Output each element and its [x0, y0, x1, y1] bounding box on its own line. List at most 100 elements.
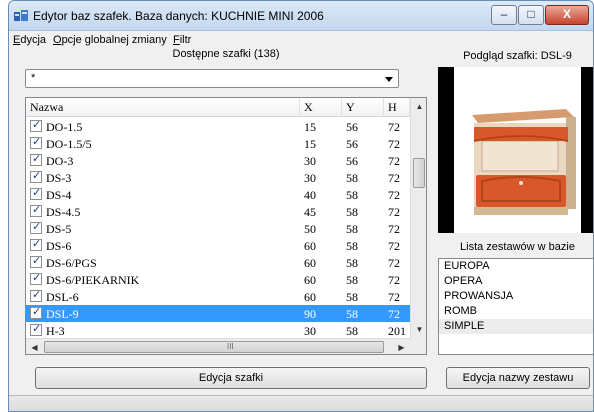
table-row[interactable]: DO-1.5/5 15 56 72: [26, 135, 410, 152]
cell-name: DO-1.5/5: [46, 137, 92, 151]
column-header-h[interactable]: H: [384, 98, 410, 117]
close-button[interactable]: X: [545, 5, 589, 25]
cell-name: DS-6/PGS: [46, 256, 97, 270]
column-header-x[interactable]: X: [300, 98, 342, 117]
edit-cabinet-button[interactable]: Edycja szafki: [35, 367, 427, 389]
table-row[interactable]: H-3 30 58 201: [26, 322, 410, 339]
sets-list-label: Lista zestawów w bazie: [460, 241, 575, 253]
table-row[interactable]: DS-5 50 58 72: [26, 220, 410, 237]
cell-y: 58: [346, 324, 358, 338]
menu-opcje[interactable]: Opcje globalnej zmiany: [53, 34, 167, 46]
row-checkbox[interactable]: [30, 169, 42, 183]
filter-value: *: [31, 72, 36, 84]
status-bar: [9, 395, 593, 411]
cabinet-list[interactable]: Nazwa X Y H DO-1.5155672DO-1.5/5155672DO…: [25, 97, 427, 355]
cell-name: DS-4.5: [46, 205, 81, 219]
table-row[interactable]: DS-3 30 58 72: [26, 169, 410, 186]
maximize-button[interactable]: □: [518, 5, 544, 25]
table-row[interactable]: DS-6/PIEKARNIK 60 58 72: [26, 271, 410, 288]
table-row[interactable]: DO-1.5 15 56 72: [26, 118, 410, 135]
scroll-right-icon[interactable]: ▶: [393, 339, 410, 354]
column-header-name[interactable]: Nazwa: [26, 98, 300, 117]
available-cabinets-label: Dostępne szafki (138): [172, 48, 280, 60]
row-checkbox[interactable]: [30, 237, 42, 251]
table-row[interactable]: DSL-6 60 58 72: [26, 288, 410, 305]
cell-x: 50: [304, 222, 316, 236]
cell-x: 30: [304, 154, 316, 168]
cell-x: 45: [304, 205, 316, 219]
row-checkbox[interactable]: [30, 322, 42, 336]
cell-x: 30: [304, 171, 316, 185]
horizontal-scroll-thumb[interactable]: III: [44, 341, 384, 353]
cell-h: 72: [388, 137, 400, 151]
table-row[interactable]: DS-6 60 58 72: [26, 237, 410, 254]
cell-h: 72: [388, 307, 400, 321]
filter-combobox[interactable]: *: [25, 69, 399, 88]
cell-h: 201: [388, 324, 406, 338]
cell-h: 72: [388, 120, 400, 134]
window-title: Edytor baz szafek. Baza danych: KUCHNIE …: [33, 9, 324, 23]
title-bar[interactable]: Edytor baz szafek. Baza danych: KUCHNIE …: [9, 1, 593, 31]
menu-bar: Edycja Opcje globalnej zmiany Filtr: [9, 31, 593, 49]
cell-name: DS-4: [46, 188, 72, 202]
set-item[interactable]: EUROPA: [439, 259, 593, 274]
cell-y: 58: [346, 205, 358, 219]
cell-h: 72: [388, 290, 400, 304]
cell-y: 56: [346, 137, 358, 151]
app-icon: [14, 10, 28, 21]
minimize-button[interactable]: –: [491, 5, 517, 25]
cell-x: 60: [304, 256, 316, 270]
row-checkbox[interactable]: [30, 203, 42, 217]
menu-filtr-accel: F: [173, 34, 180, 46]
row-checkbox[interactable]: [30, 220, 42, 234]
list-header: Nazwa X Y H: [26, 98, 410, 117]
cell-name: DS-6/PIEKARNIK: [46, 273, 140, 287]
cell-y: 58: [346, 256, 358, 270]
scroll-up-icon[interactable]: ▲: [411, 98, 426, 115]
cell-h: 72: [388, 239, 400, 253]
cell-y: 58: [346, 273, 358, 287]
table-row[interactable]: DSL-9 90 58 72: [26, 305, 410, 322]
row-checkbox[interactable]: [30, 118, 42, 132]
table-row[interactable]: DS-4 40 58 72: [26, 186, 410, 203]
table-row[interactable]: DS-4.5 45 58 72: [26, 203, 410, 220]
scroll-down-icon[interactable]: ▼: [411, 321, 426, 338]
row-checkbox[interactable]: [30, 135, 42, 149]
cell-name: DO-1.5: [46, 120, 83, 134]
vertical-scrollbar[interactable]: ▲ ▼: [410, 98, 426, 338]
row-checkbox[interactable]: [30, 186, 42, 200]
cell-name: DS-3: [46, 171, 72, 185]
scroll-left-icon[interactable]: ◀: [26, 339, 43, 354]
row-checkbox[interactable]: [30, 271, 42, 285]
vertical-scroll-thumb[interactable]: [413, 158, 425, 188]
menu-filtr[interactable]: Filtr: [173, 34, 191, 46]
row-checkbox[interactable]: [30, 288, 42, 302]
sets-list[interactable]: EUROPA OPERA PROWANSJA ROMB SIMPLE: [438, 258, 593, 355]
cell-h: 72: [388, 222, 400, 236]
cell-y: 58: [346, 188, 358, 202]
row-checkbox[interactable]: [30, 305, 42, 319]
cell-h: 72: [388, 154, 400, 168]
cell-x: 30: [304, 324, 316, 338]
table-row[interactable]: DS-6/PGS 60 58 72: [26, 254, 410, 271]
chevron-down-icon[interactable]: [385, 77, 393, 82]
scrollbar-corner: [410, 338, 426, 354]
editor-window: Edytor baz szafek. Baza danych: KUCHNIE …: [8, 0, 594, 412]
set-item[interactable]: OPERA: [439, 274, 593, 289]
menu-edycja[interactable]: Edycja: [13, 34, 46, 46]
cell-name: DO-3: [46, 154, 74, 168]
column-header-y[interactable]: Y: [342, 98, 384, 117]
horizontal-scrollbar[interactable]: ◀ III ▶: [26, 338, 410, 354]
cabinet-image: [438, 67, 593, 233]
row-checkbox[interactable]: [30, 254, 42, 268]
cell-x: 90: [304, 307, 316, 321]
set-item[interactable]: ROMB: [439, 304, 593, 319]
set-item[interactable]: PROWANSJA: [439, 289, 593, 304]
cell-h: 72: [388, 188, 400, 202]
list-rows: DO-1.5155672DO-1.5/5155672DO-3305672DS-3…: [26, 118, 410, 354]
edit-set-name-button[interactable]: Edycja nazwy zestawu: [446, 367, 590, 389]
set-item[interactable]: SIMPLE: [439, 319, 593, 334]
cell-h: 72: [388, 205, 400, 219]
table-row[interactable]: DO-3 30 56 72: [26, 152, 410, 169]
row-checkbox[interactable]: [30, 152, 42, 166]
